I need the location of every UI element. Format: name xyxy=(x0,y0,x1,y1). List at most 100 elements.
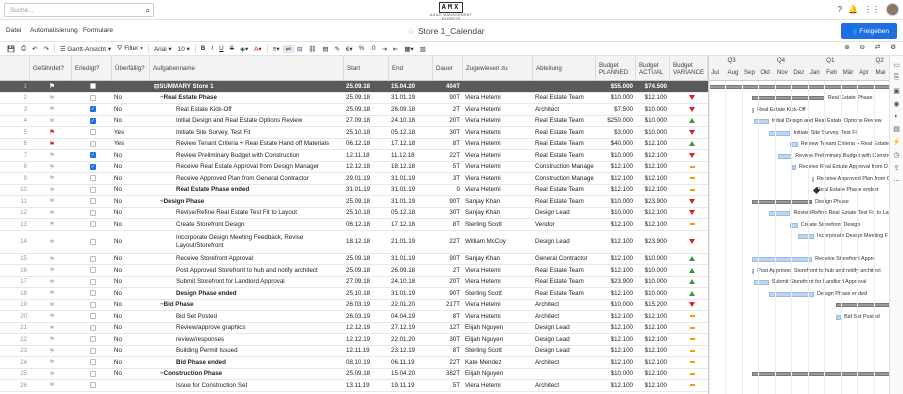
start-date[interactable]: 25.09.18 xyxy=(344,93,389,104)
done-checkbox[interactable] xyxy=(90,370,96,377)
start-date[interactable]: 25.10.18 xyxy=(344,127,389,138)
task-row[interactable]: 25 − Construction Phase 25.09.18 15.04.20 38… xyxy=(0,369,708,380)
flag-icon[interactable]: ⚑ xyxy=(49,82,55,90)
end-date[interactable]: 22.01.20 xyxy=(389,300,433,311)
risk-cell[interactable]: ⚑ xyxy=(30,288,72,299)
start-date[interactable]: 25.10.18 xyxy=(344,288,389,299)
task-name[interactable]: − Real Estate Phase xyxy=(150,93,344,104)
done-checkbox[interactable] xyxy=(90,278,96,285)
budget-actual[interactable]: $12.100 xyxy=(636,139,670,150)
done-cell[interactable] xyxy=(72,208,112,219)
risk-cell[interactable]: ⚑ xyxy=(30,173,72,184)
budget-actual[interactable]: $12.100 xyxy=(636,150,670,161)
end-date[interactable]: 31.01.19 xyxy=(389,288,433,299)
duration[interactable]: 404T xyxy=(433,81,463,92)
budget-planned[interactable]: $250.000 xyxy=(596,116,636,127)
risk-cell[interactable]: ⚑ xyxy=(30,369,72,380)
currency-icon[interactable]: €▾ xyxy=(343,45,356,53)
text-color-icon[interactable]: A▾ xyxy=(251,45,264,53)
department[interactable]: Real Estate Team xyxy=(533,196,596,207)
assigned-to[interactable]: Sterling Scott xyxy=(463,346,533,357)
end-date[interactable]: 31.01.19 xyxy=(389,93,433,104)
risk-cell[interactable]: ⚑ xyxy=(30,334,72,345)
end-date[interactable]: 31.01.19 xyxy=(389,254,433,265)
done-checkbox[interactable]: ✓ xyxy=(90,163,96,170)
assigned-to[interactable]: Viera Hetemi xyxy=(463,104,533,115)
start-date[interactable]: 13.11.19 xyxy=(344,380,389,391)
task-name[interactable]: − Construction Phase xyxy=(150,369,344,380)
end-date[interactable]: 15.04.20 xyxy=(389,81,433,92)
budget-planned[interactable]: $12.100 xyxy=(596,219,636,230)
end-date[interactable]: 24.10.18 xyxy=(389,277,433,288)
col-department[interactable]: Abteilung xyxy=(533,56,596,81)
flag-icon[interactable]: ⚑ xyxy=(49,151,55,159)
done-checkbox[interactable] xyxy=(90,347,96,354)
budget-actual[interactable]: $10.000 xyxy=(636,265,670,276)
duration[interactable]: 0 xyxy=(433,185,463,196)
decimal-icon[interactable]: .0 xyxy=(367,45,378,52)
start-date[interactable]: 12.12.19 xyxy=(344,323,389,334)
end-date[interactable]: 06.11.19 xyxy=(389,357,433,368)
end-date[interactable]: 23.12.19 xyxy=(389,346,433,357)
budget-actual[interactable]: $12.100 xyxy=(636,219,670,230)
zoom-in-icon[interactable]: ⊕ xyxy=(841,43,852,51)
risk-cell[interactable]: ⚑ xyxy=(30,219,72,230)
search-input[interactable]: Suche... ⌕ xyxy=(4,3,154,17)
bold-icon[interactable]: B xyxy=(198,45,209,52)
done-checkbox[interactable]: ✓ xyxy=(90,152,96,159)
budget-actual[interactable]: $12.100 xyxy=(636,334,670,345)
done-cell[interactable]: ✓ xyxy=(72,150,112,161)
col-risk[interactable]: Gefährdet? xyxy=(30,56,72,81)
gantt-bar[interactable] xyxy=(752,96,825,100)
start-date[interactable]: 27.09.18 xyxy=(344,277,389,288)
col-budget-variance[interactable]: Budget VARIANCE xyxy=(670,56,708,81)
done-cell[interactable] xyxy=(72,196,112,207)
done-cell[interactable] xyxy=(72,185,112,196)
done-checkbox[interactable] xyxy=(90,238,96,245)
done-checkbox[interactable] xyxy=(90,324,96,331)
flag-icon[interactable]: ⚑ xyxy=(49,347,55,355)
task-name[interactable]: Create Storefront Design xyxy=(150,219,344,230)
task-row[interactable]: 1 ⊟ SUMMARY Store 1 25.09.18 15.04.20 404T $5… xyxy=(0,81,708,93)
budget-actual[interactable]: $10.000 xyxy=(636,277,670,288)
flag-icon[interactable]: ⚑ xyxy=(49,140,55,148)
department[interactable]: Design Lead xyxy=(533,208,596,219)
task-row[interactable]: 8 Receive Real Estate Approval from Desig… xyxy=(0,162,708,173)
task-row[interactable]: 15 Receive Storefront Approval 25.09.18 31.… xyxy=(0,254,708,265)
risk-cell[interactable]: ⚑ xyxy=(30,162,72,173)
gantt-bar[interactable] xyxy=(752,268,755,274)
gantt-bar[interactable] xyxy=(754,119,769,124)
duration[interactable]: 3T xyxy=(433,173,463,184)
budget-planned[interactable]: $12.100 xyxy=(596,334,636,345)
done-cell[interactable] xyxy=(72,231,112,253)
start-date[interactable]: 25.09.18 xyxy=(344,81,389,92)
assigned-to[interactable]: Viera Hetemi xyxy=(463,116,533,127)
done-cell[interactable]: ✓ xyxy=(72,162,112,173)
italic-icon[interactable]: I xyxy=(208,45,216,52)
underline-icon[interactable]: U xyxy=(216,45,227,52)
gantt-bar[interactable] xyxy=(812,176,815,182)
outdent-icon[interactable]: ⇤ xyxy=(390,45,401,53)
comments-icon[interactable]: ▭ xyxy=(890,61,903,69)
done-checkbox[interactable] xyxy=(90,255,96,262)
flag-icon[interactable]: ⚑ xyxy=(49,105,55,113)
task-row[interactable]: 19 − Bid Phase 26.03.19 22.01.20 217T Viera H… xyxy=(0,300,708,311)
budget-actual[interactable]: $12.100 xyxy=(636,323,670,334)
flag-icon[interactable]: ⚑ xyxy=(49,301,55,309)
risk-cell[interactable]: ⚑ xyxy=(30,116,72,127)
task-row[interactable]: 10 Real Estate Phase ended 31.01.19 31.01.1… xyxy=(0,185,708,196)
task-name[interactable]: ⊟ SUMMARY Store 1 xyxy=(150,81,344,92)
assigned-to[interactable]: Kate Mendez xyxy=(463,357,533,368)
flag-icon[interactable]: ⚑ xyxy=(49,278,55,286)
task-name[interactable]: Initiate Site Survey, Test Fit xyxy=(150,127,344,138)
end-date[interactable]: 31.01.19 xyxy=(389,185,433,196)
flag-icon[interactable]: ⚑ xyxy=(49,370,55,378)
help-icon[interactable]: ? xyxy=(838,5,842,14)
budget-planned[interactable]: $12.100 xyxy=(596,185,636,196)
done-cell[interactable] xyxy=(72,173,112,184)
flag-icon[interactable]: ⚑ xyxy=(49,312,55,320)
risk-cell[interactable]: ⚑ xyxy=(30,196,72,207)
done-checkbox[interactable] xyxy=(90,94,96,101)
risk-cell[interactable]: ⚑ xyxy=(30,93,72,104)
budget-actual[interactable]: $12.100 xyxy=(636,369,670,380)
